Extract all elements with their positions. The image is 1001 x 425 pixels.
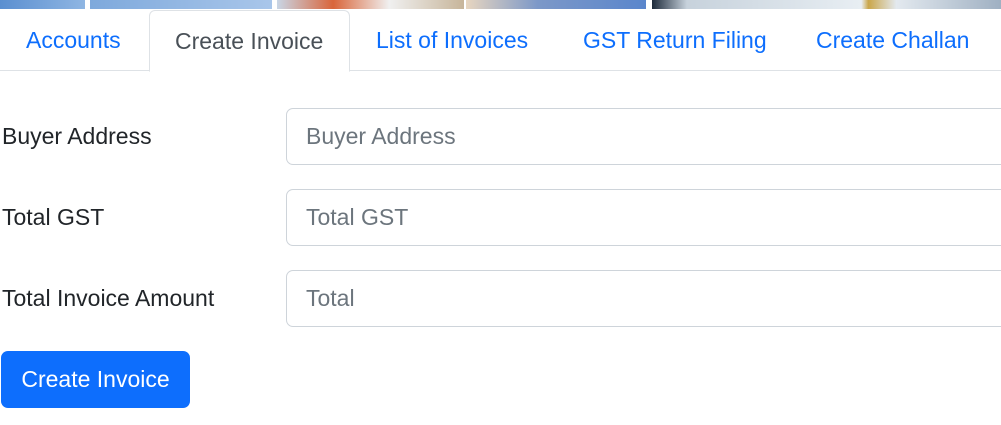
header-banner-image (0, 0, 1001, 9)
buyer-address-label: Buyer Address (2, 123, 152, 149)
total-gst-input[interactable] (286, 189, 1001, 246)
tab-create-invoice[interactable]: Create Invoice (149, 10, 350, 72)
total-invoice-amount-input[interactable] (286, 270, 1001, 327)
banner-image-segment (466, 0, 646, 9)
banner-image-segment (0, 0, 85, 9)
banner-image-segment (277, 0, 464, 9)
tab-accounts[interactable]: Accounts (0, 10, 147, 71)
create-invoice-button[interactable]: Create Invoice (1, 351, 190, 408)
tab-create-challan[interactable]: Create Challan (790, 10, 995, 71)
banner-image-segment (652, 0, 1001, 9)
nav-tabs: Accounts Create Invoice List of Invoices… (0, 10, 1001, 72)
total-gst-label: Total GST (2, 204, 105, 230)
form-row-total-gst: Total GST (0, 189, 1001, 246)
form-row-buyer-address: Buyer Address (0, 108, 1001, 165)
banner-image-segment (90, 0, 272, 9)
tab-list-of-invoices[interactable]: List of Invoices (350, 10, 554, 71)
form-row-total-invoice-amount: Total Invoice Amount (0, 270, 1001, 327)
total-invoice-amount-label: Total Invoice Amount (2, 285, 215, 311)
buyer-address-input[interactable] (286, 108, 1001, 165)
tab-gst-return-filing[interactable]: GST Return Filing (557, 10, 793, 71)
